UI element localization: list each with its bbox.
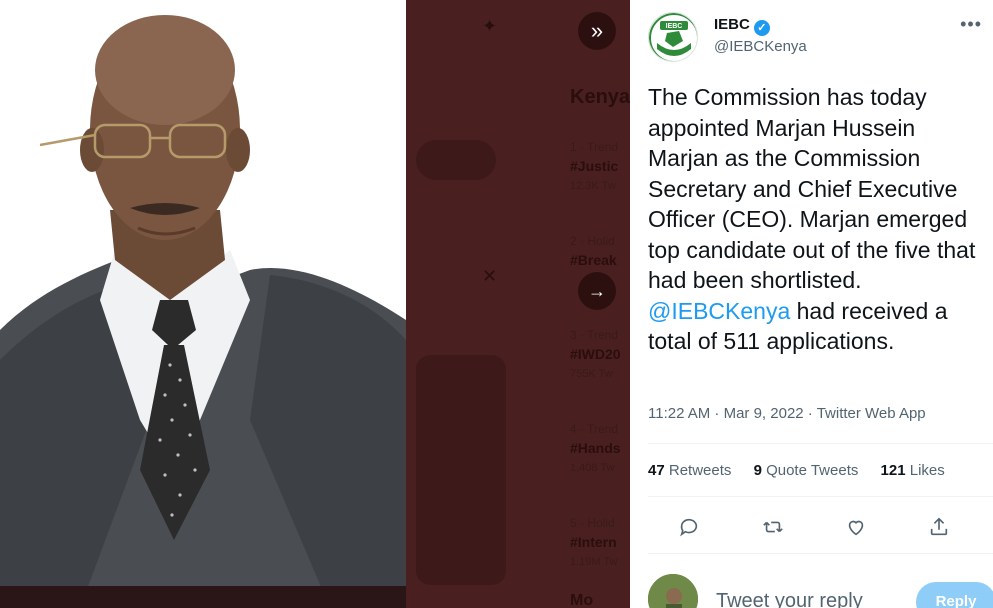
tweet-detail-panel: IEBC IEBC ✓ @IEBCKenya ••• The Commission… [630, 0, 993, 608]
background-header: Kenya [570, 86, 630, 108]
tweet-actions [648, 512, 988, 542]
chevrons-right-icon: » [590, 18, 604, 43]
verified-badge-icon: ✓ [753, 20, 770, 36]
trend-item: 1 · Trend #Justic 12.3K Tw [570, 140, 619, 192]
share-button[interactable] [924, 512, 954, 542]
arrow-right-icon: → [588, 280, 606, 301]
trend-item: 5 · Holid #Intern 1.19M Tw [570, 516, 618, 568]
author-name[interactable]: IEBC ✓ [714, 16, 770, 36]
divider [648, 496, 993, 497]
author-handle[interactable]: @IEBCKenya [714, 38, 807, 55]
photo-action-bar [0, 586, 406, 608]
sparkle-icon: ✦ [482, 16, 498, 36]
portrait-image [0, 0, 406, 608]
reply-input[interactable]: Tweet your reply [716, 590, 863, 608]
trend-item: 2 · Holid #Break [570, 234, 617, 268]
next-image-button[interactable]: → [578, 272, 616, 310]
tweet-stats: 47 Retweets 9 Quote Tweets 121 Likes [648, 462, 988, 479]
mention-link[interactable]: @IEBCKenya [648, 298, 790, 324]
reply-button[interactable] [674, 512, 704, 542]
reply-composer: Tweet your reply Reply [648, 570, 993, 608]
more-icon[interactable]: ••• [960, 14, 982, 35]
background-page-overlay: Kenya 1 · Trend #Justic 12.3K Tw 2 · Hol… [406, 0, 630, 608]
divider [648, 443, 993, 444]
retweets-stat[interactable]: 47 Retweets [648, 462, 731, 479]
collapse-panel-button[interactable]: » [578, 12, 616, 50]
close-icon: ✕ [482, 266, 498, 286]
iebc-logo-icon: IEBC [649, 13, 697, 61]
user-avatar-image [648, 574, 698, 608]
retweet-button[interactable] [758, 512, 788, 542]
share-icon [930, 517, 948, 536]
trend-item: 3 · Trend #IWD20 755K Tw [570, 328, 621, 380]
avatar-logo-text: IEBC [666, 23, 683, 30]
author-avatar[interactable]: IEBC [648, 12, 698, 62]
likes-stat[interactable]: 121 Likes [881, 462, 945, 479]
author-name-text: IEBC [714, 16, 750, 33]
retweet-icon [763, 521, 783, 533]
tweet-text: The Commission has today appointed Marja… [648, 82, 988, 357]
background-more-label: Mo [570, 592, 594, 608]
tweet-header: IEBC IEBC ✓ @IEBCKenya ••• [648, 12, 986, 64]
tweet-photo[interactable] [0, 0, 406, 608]
tweet-text-body: The Commission has today appointed Marja… [648, 84, 976, 293]
reply-icon [680, 518, 698, 537]
heart-icon [848, 520, 864, 536]
divider [648, 553, 993, 554]
user-avatar[interactable] [648, 574, 698, 608]
trend-item: 4 · Trend #Hands 1,408 Tw [570, 422, 621, 474]
tweet-timestamp[interactable]: 11:22 AM · Mar 9, 2022 · Twitter Web App [648, 405, 926, 422]
like-button[interactable] [841, 512, 871, 542]
quote-tweets-stat[interactable]: 9 Quote Tweets [754, 462, 859, 479]
reply-submit-button[interactable]: Reply [916, 582, 993, 608]
